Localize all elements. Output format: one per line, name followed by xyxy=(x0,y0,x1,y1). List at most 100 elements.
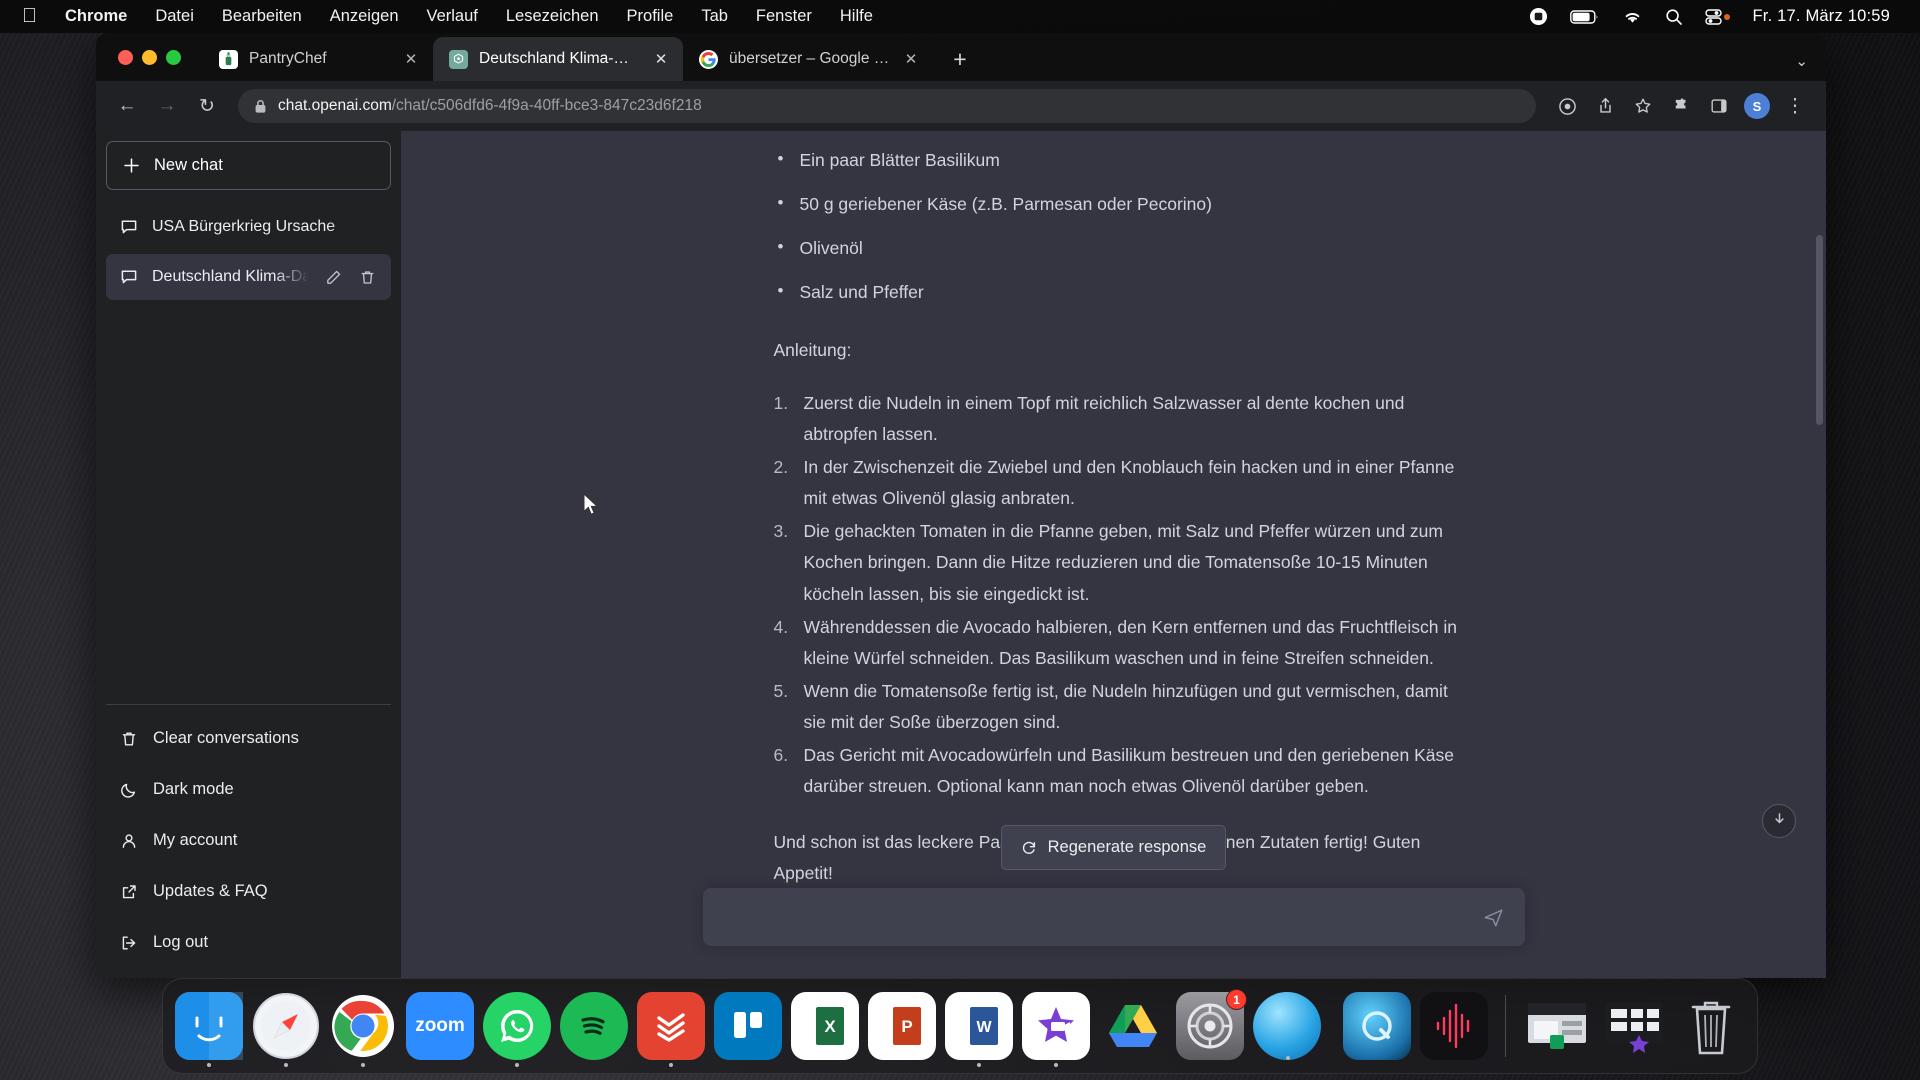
dock-item-audio-waveform-app[interactable] xyxy=(1420,992,1488,1060)
menu-datei[interactable]: Datei xyxy=(141,0,208,33)
back-button[interactable]: ← xyxy=(110,89,144,123)
reload-button[interactable]: ↻ xyxy=(190,89,224,123)
menu-chrome[interactable]: Chrome xyxy=(51,0,141,33)
dock-stack-documents[interactable] xyxy=(1600,992,1668,1060)
maximize-window-button[interactable] xyxy=(166,49,181,65)
badge-count: 1 xyxy=(1226,989,1247,1010)
conversation-panel: Ein paar Blätter Basilikum 50 g gerieben… xyxy=(401,131,1826,978)
menu-lesezeichen[interactable]: Lesezeichen xyxy=(492,0,613,33)
url-host: chat.openai.com xyxy=(278,97,392,114)
macos-dock: zoom X P W 1 xyxy=(162,978,1758,1074)
svg-text:P: P xyxy=(901,1017,912,1036)
lock-icon[interactable] xyxy=(254,99,267,114)
close-window-button[interactable] xyxy=(118,49,133,65)
dock-item-google-chrome[interactable] xyxy=(329,992,397,1067)
record-icon[interactable] xyxy=(1529,7,1548,26)
extensions-icon[interactable] xyxy=(1664,89,1698,123)
apple-logo-icon[interactable]:  xyxy=(0,0,51,33)
url-path: /chat/c506dfd6-4f9a-40ff-bce3-847c23d6f2… xyxy=(391,97,702,114)
sidebar-item-my-account[interactable]: My account xyxy=(106,815,391,866)
dock-item-whatsapp[interactable] xyxy=(483,992,551,1067)
running-indicator xyxy=(361,1063,365,1067)
regenerate-label: Regenerate response xyxy=(1047,838,1207,856)
star-icon[interactable] xyxy=(1626,89,1660,123)
dock-item-safari[interactable] xyxy=(252,992,320,1067)
dock-item-quicktime-player[interactable] xyxy=(1343,992,1411,1060)
tab-pantrychef[interactable]: PantryChef ✕ xyxy=(203,37,433,81)
dock-item-microsoft-word[interactable]: W xyxy=(945,992,1013,1067)
sidebar-item-updates-faq[interactable]: Updates & FAQ xyxy=(106,866,391,917)
minimize-window-button[interactable] xyxy=(142,49,157,65)
tab-uebersetzer-google-suche[interactable]: übersetzer – Google Suche ✕ xyxy=(683,37,933,81)
wifi-icon[interactable] xyxy=(1622,9,1643,25)
menu-tab[interactable]: Tab xyxy=(687,0,742,33)
dock-item-spotify[interactable] xyxy=(560,992,628,1060)
side-panel-icon[interactable] xyxy=(1702,89,1736,123)
trash-icon[interactable] xyxy=(357,269,377,286)
address-bar[interactable]: chat.openai.com/chat/c506dfd6-4f9a-40ff-… xyxy=(238,89,1536,123)
tab-close-icon[interactable]: ✕ xyxy=(901,49,921,69)
google-lens-icon[interactable] xyxy=(1550,89,1584,123)
profile-avatar[interactable]: S xyxy=(1740,89,1774,123)
window-traffic-lights xyxy=(110,33,203,81)
list-item: In der Zwischenzeit die Zwiebel und den … xyxy=(774,452,1455,509)
menu-verlauf[interactable]: Verlauf xyxy=(413,0,492,33)
dock-item-blue-orb-app[interactable] xyxy=(1253,992,1321,1060)
list-item: Olivenöl xyxy=(774,232,1474,264)
new-tab-button[interactable]: + xyxy=(943,42,977,76)
pencil-icon[interactable] xyxy=(323,269,343,286)
dock-item-system-settings[interactable]: 1 xyxy=(1176,989,1247,1060)
chrome-menu-button[interactable]: ⋮ xyxy=(1778,89,1812,123)
control-center-icon[interactable] xyxy=(1704,8,1731,26)
send-icon[interactable] xyxy=(1481,904,1507,930)
running-indicator xyxy=(1286,1056,1290,1060)
tab-close-icon[interactable]: ✕ xyxy=(401,49,421,69)
menu-hilfe[interactable]: Hilfe xyxy=(826,0,887,33)
dock-item-todoist[interactable] xyxy=(637,992,705,1067)
sidebar-bottom-menu: Clear conversations Dark mode My account xyxy=(106,704,391,968)
message-composer[interactable] xyxy=(702,888,1525,946)
forward-button[interactable]: → xyxy=(150,89,184,123)
dock-item-microsoft-powerpoint[interactable]: P xyxy=(868,992,936,1060)
battery-icon[interactable] xyxy=(1569,9,1600,25)
menu-anzeigen[interactable]: Anzeigen xyxy=(316,0,413,33)
dock-item-trello[interactable] xyxy=(714,992,782,1060)
list-item: Das Gericht mit Avocadowürfeln und Basil… xyxy=(774,740,1454,797)
tab-close-icon[interactable]: ✕ xyxy=(651,49,671,69)
browser-toolbar: ← → ↻ chat.openai.com/chat/c506dfd6-4f9a… xyxy=(96,81,1826,131)
sidebar-conversation-usa-buergerkrieg[interactable]: USA Bürgerkrieg Ursache xyxy=(106,204,391,250)
assistant-message: Ein paar Blätter Basilikum 50 g gerieben… xyxy=(401,131,1826,889)
regenerate-response-button[interactable]: Regenerate response xyxy=(1000,825,1227,870)
running-indicator xyxy=(284,1063,288,1067)
chatgpt-sidebar: New chat USA Bürgerkrieg Ursache Deutsch… xyxy=(96,131,401,978)
scroll-to-bottom-button[interactable] xyxy=(1762,804,1796,838)
new-chat-button[interactable]: New chat xyxy=(106,141,391,190)
tab-deutschland-klima-daten[interactable]: Deutschland Klima-Daten. ✕ xyxy=(433,37,683,81)
menu-bar-clock[interactable]: Fr. 17. März 10:59 xyxy=(1753,7,1891,26)
toolbar-actions: S ⋮ xyxy=(1550,89,1812,123)
sidebar-item-dark-mode[interactable]: Dark mode xyxy=(106,764,391,815)
sidebar-item-clear-conversations[interactable]: Clear conversations xyxy=(106,713,391,764)
dock-item-finder[interactable] xyxy=(175,992,243,1067)
menu-profile[interactable]: Profile xyxy=(613,0,688,33)
menu-bearbeiten[interactable]: Bearbeiten xyxy=(208,0,316,33)
share-icon[interactable] xyxy=(1588,89,1622,123)
list-item: Währenddessen die Avocado halbieren, den… xyxy=(774,612,1457,668)
composer-area xyxy=(401,878,1826,978)
dock-item-zoom[interactable]: zoom xyxy=(406,992,474,1060)
page-scrollbar[interactable] xyxy=(1816,235,1823,425)
dock-item-microsoft-excel[interactable]: X xyxy=(791,992,859,1060)
dock-item-trash[interactable] xyxy=(1677,992,1745,1060)
tab-search-chevron-down-icon[interactable]: ⌄ xyxy=(1795,52,1808,70)
dock-item-google-drive[interactable] xyxy=(1099,992,1167,1060)
new-chat-label: New chat xyxy=(154,156,223,174)
sidebar-conversation-deutschland-klima-daten[interactable]: Deutschland Klima-Daten. xyxy=(106,254,391,300)
dock-stack-downloads[interactable] xyxy=(1523,992,1591,1060)
spotlight-search-icon[interactable] xyxy=(1665,8,1683,26)
sidebar-item-log-out[interactable]: Log out xyxy=(106,917,391,968)
dock-item-imovie[interactable] xyxy=(1022,992,1090,1067)
dock-separator xyxy=(1505,995,1506,1057)
running-indicator xyxy=(977,1063,981,1067)
menu-fenster[interactable]: Fenster xyxy=(742,0,826,33)
